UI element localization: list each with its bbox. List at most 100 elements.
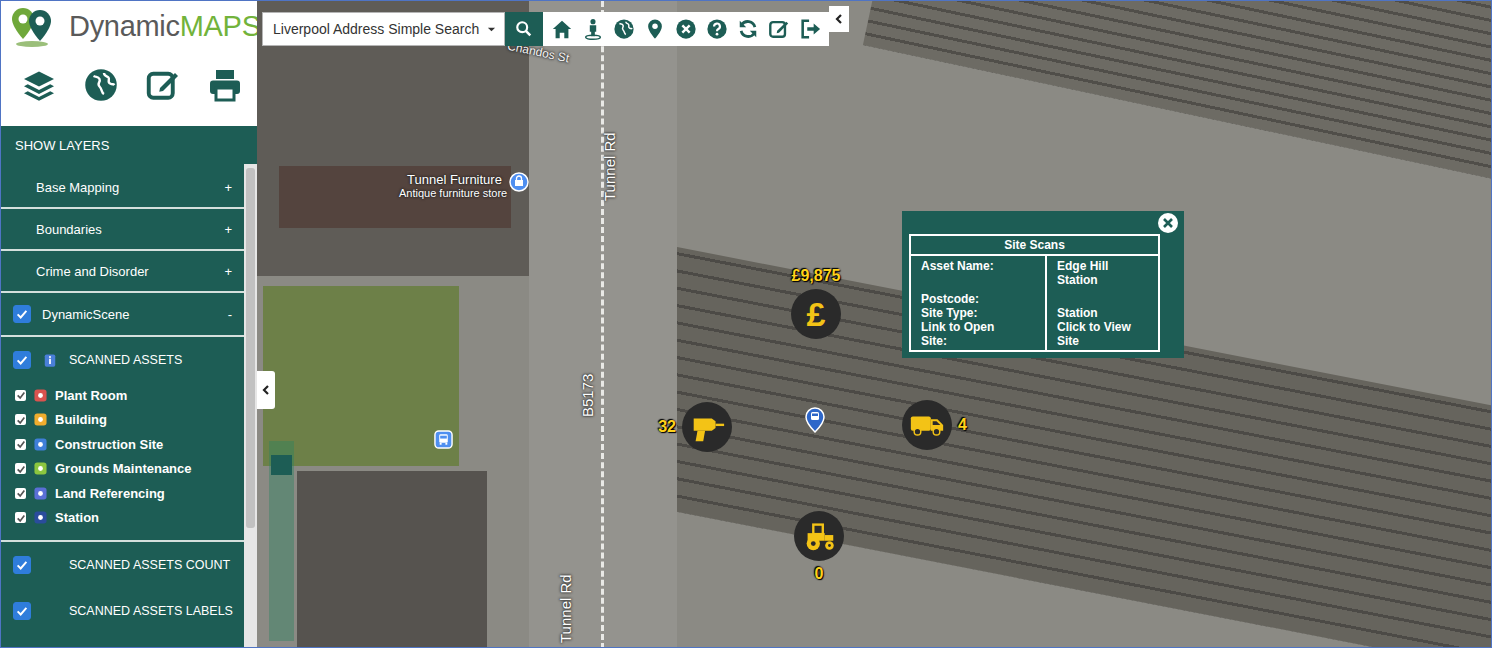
road — [529, 1, 677, 647]
street-view-icon[interactable] — [582, 18, 604, 40]
magnifier-icon — [515, 20, 533, 38]
bus-stop-icon[interactable] — [434, 430, 453, 449]
edit-icon[interactable] — [768, 18, 790, 40]
sidebar-collapse-button[interactable] — [257, 371, 275, 409]
item-checkbox[interactable] — [15, 439, 26, 450]
collapse-toggle[interactable]: - — [228, 307, 232, 322]
popup-field-label: Link to Open Site: — [921, 320, 1011, 348]
layer-item-icon — [34, 511, 47, 524]
caret-down-icon — [487, 25, 496, 34]
layer-checkbox[interactable] — [13, 602, 31, 620]
clear-icon[interactable] — [675, 18, 697, 40]
layer-item-label: Station — [55, 510, 99, 525]
scrollbar-thumb[interactable] — [246, 168, 255, 528]
item-checkbox[interactable] — [15, 414, 26, 425]
asset-marker[interactable]: 0 — [794, 511, 844, 561]
layer-section[interactable]: SCANNED ASSETS COUNT — [1, 542, 244, 588]
print-icon[interactable] — [207, 67, 243, 103]
layer-item[interactable]: Land Referencing — [15, 481, 244, 506]
expand-toggle[interactable]: + — [224, 180, 232, 195]
scrollbar[interactable] — [244, 164, 257, 647]
item-checkbox[interactable] — [15, 390, 26, 401]
scanned-assets-icon — [43, 353, 57, 368]
map-pin-icon[interactable] — [644, 18, 666, 40]
layer-group[interactable]: DynamicScene- — [1, 293, 244, 337]
asset-marker[interactable]: 4 — [902, 400, 952, 450]
pound-icon: £ — [807, 297, 826, 331]
popup-table: Site ScansAsset Name:Postcode:Site Type:… — [909, 234, 1160, 352]
station-pin-icon[interactable] — [805, 407, 825, 433]
close-icon[interactable] — [1157, 212, 1179, 234]
layer-item-label: Grounds Maintenance — [55, 461, 192, 476]
toolbar-collapse-button[interactable] — [829, 6, 849, 32]
layer-checkbox[interactable] — [13, 556, 31, 574]
shop-pin-icon[interactable] — [509, 172, 529, 192]
search-select[interactable]: Liverpool Address Simple Search — [262, 12, 505, 46]
layer-item[interactable]: Building — [15, 408, 244, 433]
map-label: Tunnel Rd — [557, 574, 574, 643]
expand-toggle[interactable]: + — [224, 222, 232, 237]
popup-field-value — [1057, 292, 1152, 306]
map-tools — [543, 12, 829, 46]
check-icon — [15, 558, 29, 572]
layers-header: SHOW LAYERS — [1, 126, 257, 164]
logo[interactable]: DynamicMAPS — [1, 1, 257, 49]
houses — [297, 471, 487, 647]
globe-icon[interactable] — [613, 18, 635, 40]
logo-pins-icon — [7, 4, 57, 48]
item-checkbox[interactable] — [15, 488, 26, 499]
layers-icon[interactable] — [21, 67, 57, 103]
layer-checkbox[interactable] — [13, 305, 31, 323]
layer-group[interactable]: Base Mapping+ — [1, 167, 244, 209]
check-icon — [16, 439, 26, 449]
popup-field-value: Click to View Site — [1057, 320, 1152, 348]
layer-item[interactable]: Grounds Maintenance — [15, 457, 244, 482]
garden — [263, 286, 459, 466]
layer-section[interactable]: SCANNED ASSETS LABELS — [1, 588, 244, 634]
layer-section-label: SCANNED ASSETS — [69, 353, 236, 367]
drill-icon — [688, 408, 726, 446]
layer-list: Base Mapping+Boundaries+Crime and Disord… — [1, 164, 244, 647]
layer-checkbox[interactable] — [13, 351, 31, 369]
search-button[interactable] — [505, 12, 543, 46]
layer-item[interactable]: Plant Room — [15, 383, 244, 408]
layer-item-label: Plant Room — [55, 388, 127, 403]
item-checkbox[interactable] — [15, 463, 26, 474]
edit-icon[interactable] — [145, 67, 181, 103]
marker-label: 0 — [815, 565, 824, 583]
check-icon — [16, 390, 26, 400]
popup-field-label: Postcode: — [921, 292, 1039, 306]
expand-toggle[interactable]: + — [224, 264, 232, 279]
layer-item[interactable]: Construction Site — [15, 432, 244, 457]
layer-item-label: Construction Site — [55, 437, 163, 452]
layer-section-label: SCANNED ASSETS COUNT — [69, 558, 236, 572]
refresh-icon[interactable] — [737, 18, 759, 40]
popup-field-value: Station — [1057, 306, 1152, 320]
layer-item-icon — [34, 462, 47, 475]
marker-label: 4 — [958, 416, 967, 434]
marker-label: £9,875 — [792, 267, 841, 285]
layer-group-label: DynamicScene — [42, 307, 222, 322]
asset-marker[interactable]: 32 — [682, 402, 732, 452]
opacity-slider[interactable] — [269, 441, 294, 641]
item-checkbox[interactable] — [15, 512, 26, 523]
help-icon[interactable] — [706, 18, 728, 40]
check-icon — [15, 353, 29, 367]
home-icon[interactable] — [551, 18, 573, 40]
globe-icon[interactable] — [83, 67, 119, 103]
asset-marker[interactable]: ££9,875 — [791, 289, 841, 339]
check-icon — [15, 307, 29, 321]
marker-label: 32 — [658, 418, 676, 436]
app: DynamicMAPS SHOW LAYERSBase Mapping+Bound… — [0, 0, 1492, 648]
layer-section[interactable]: SCANNED ASSETS — [1, 337, 244, 383]
map-label: Antique furniture store — [399, 187, 507, 199]
layer-group[interactable]: Boundaries+ — [1, 209, 244, 251]
layer-group[interactable]: Crime and Disorder+ — [1, 251, 244, 293]
logout-icon[interactable] — [799, 18, 821, 40]
check-icon — [16, 513, 26, 523]
slider-handle[interactable] — [271, 455, 292, 475]
check-icon — [16, 415, 26, 425]
layer-item[interactable]: Station — [15, 506, 244, 531]
check-icon — [15, 604, 29, 618]
map[interactable]: Chandos StTunnel RdTunnel FurnitureAntiq… — [257, 1, 1491, 647]
